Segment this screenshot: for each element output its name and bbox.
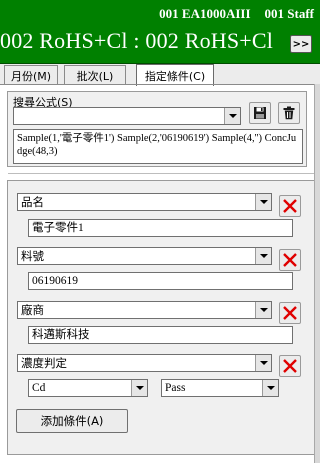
chevron-down-icon[interactable] bbox=[255, 355, 271, 371]
close-icon bbox=[283, 359, 297, 373]
condition-1-delete-button[interactable] bbox=[279, 195, 301, 217]
condition-4-field-select[interactable]: 濃度判定 bbox=[17, 354, 272, 372]
chevron-down-icon[interactable] bbox=[255, 248, 271, 264]
condition-2-value-input[interactable]: 06190619 bbox=[28, 272, 293, 290]
condition-1-field-select[interactable]: 品名 bbox=[17, 193, 272, 211]
condition-4-delete-button[interactable] bbox=[279, 355, 301, 377]
delete-formula-button[interactable] bbox=[278, 102, 300, 124]
condition-3-delete-button[interactable] bbox=[279, 302, 301, 324]
save-formula-button[interactable] bbox=[249, 102, 271, 124]
condition-4-element-select[interactable]: Cd bbox=[28, 379, 148, 397]
condition-3-field-select[interactable]: 廠商 bbox=[17, 301, 272, 319]
condition-4-element-value: Cd bbox=[32, 382, 46, 394]
condition-1-field-label: 品名 bbox=[21, 195, 44, 209]
chevron-down-icon[interactable] bbox=[131, 380, 147, 396]
tab-lot[interactable]: 批次(L) bbox=[64, 65, 126, 85]
header-info: 001 EA1000AIII 001 Staff bbox=[159, 6, 314, 22]
tab-divider bbox=[0, 84, 320, 85]
close-icon bbox=[283, 306, 297, 320]
page-title: 002 RoHS+Cl : 002 RoHS+Cl bbox=[0, 28, 274, 53]
trash-icon bbox=[283, 106, 295, 120]
condition-4-result-select[interactable]: Pass bbox=[161, 379, 279, 397]
scrollbar-edge bbox=[314, 84, 320, 463]
condition-2-delete-button[interactable] bbox=[279, 249, 301, 271]
user-label: 001 Staff bbox=[264, 6, 314, 21]
close-icon bbox=[283, 253, 297, 267]
conditions-panel: 品名 電子零件1 料號 06190619 廠商 科邁斯科技 濃度判定 Cd Pa… bbox=[7, 173, 315, 455]
tab-conditions[interactable]: 指定條件(C) bbox=[136, 64, 214, 86]
formula-panel: 搜尋公式(S) Sample(1,'電子零件1') Sample(2,'0619… bbox=[7, 91, 307, 167]
next-button[interactable]: >> bbox=[290, 35, 312, 53]
condition-2-field-label: 料號 bbox=[21, 249, 44, 263]
chevron-down-icon[interactable] bbox=[255, 302, 271, 318]
condition-1-value-input[interactable]: 電子零件1 bbox=[28, 219, 293, 237]
chevron-down-icon[interactable] bbox=[262, 380, 278, 396]
save-icon bbox=[254, 107, 266, 119]
chevron-down-icon[interactable] bbox=[224, 108, 240, 124]
close-icon bbox=[283, 199, 297, 213]
condition-3-value-input[interactable]: 科邁斯科技 bbox=[28, 326, 293, 344]
device-label: 001 EA1000AIII bbox=[159, 6, 251, 21]
chevron-down-icon[interactable] bbox=[255, 194, 271, 210]
app-header: 001 EA1000AIII 001 Staff 002 RoHS+Cl : 00… bbox=[0, 0, 320, 64]
condition-2-field-select[interactable]: 料號 bbox=[17, 247, 272, 265]
formula-text-area[interactable]: Sample(1,'電子零件1') Sample(2,'06190619') S… bbox=[13, 129, 303, 164]
condition-4-field-label: 濃度判定 bbox=[21, 356, 67, 370]
formula-select[interactable] bbox=[13, 107, 241, 125]
add-condition-button[interactable]: 添加條件(A) bbox=[16, 409, 128, 433]
tab-month[interactable]: 月份(M) bbox=[4, 65, 58, 85]
tab-bar: 月份(M) 批次(L) 指定條件(C) bbox=[0, 64, 320, 86]
condition-3-field-label: 廠商 bbox=[21, 303, 44, 317]
condition-4-result-value: Pass bbox=[165, 382, 186, 394]
